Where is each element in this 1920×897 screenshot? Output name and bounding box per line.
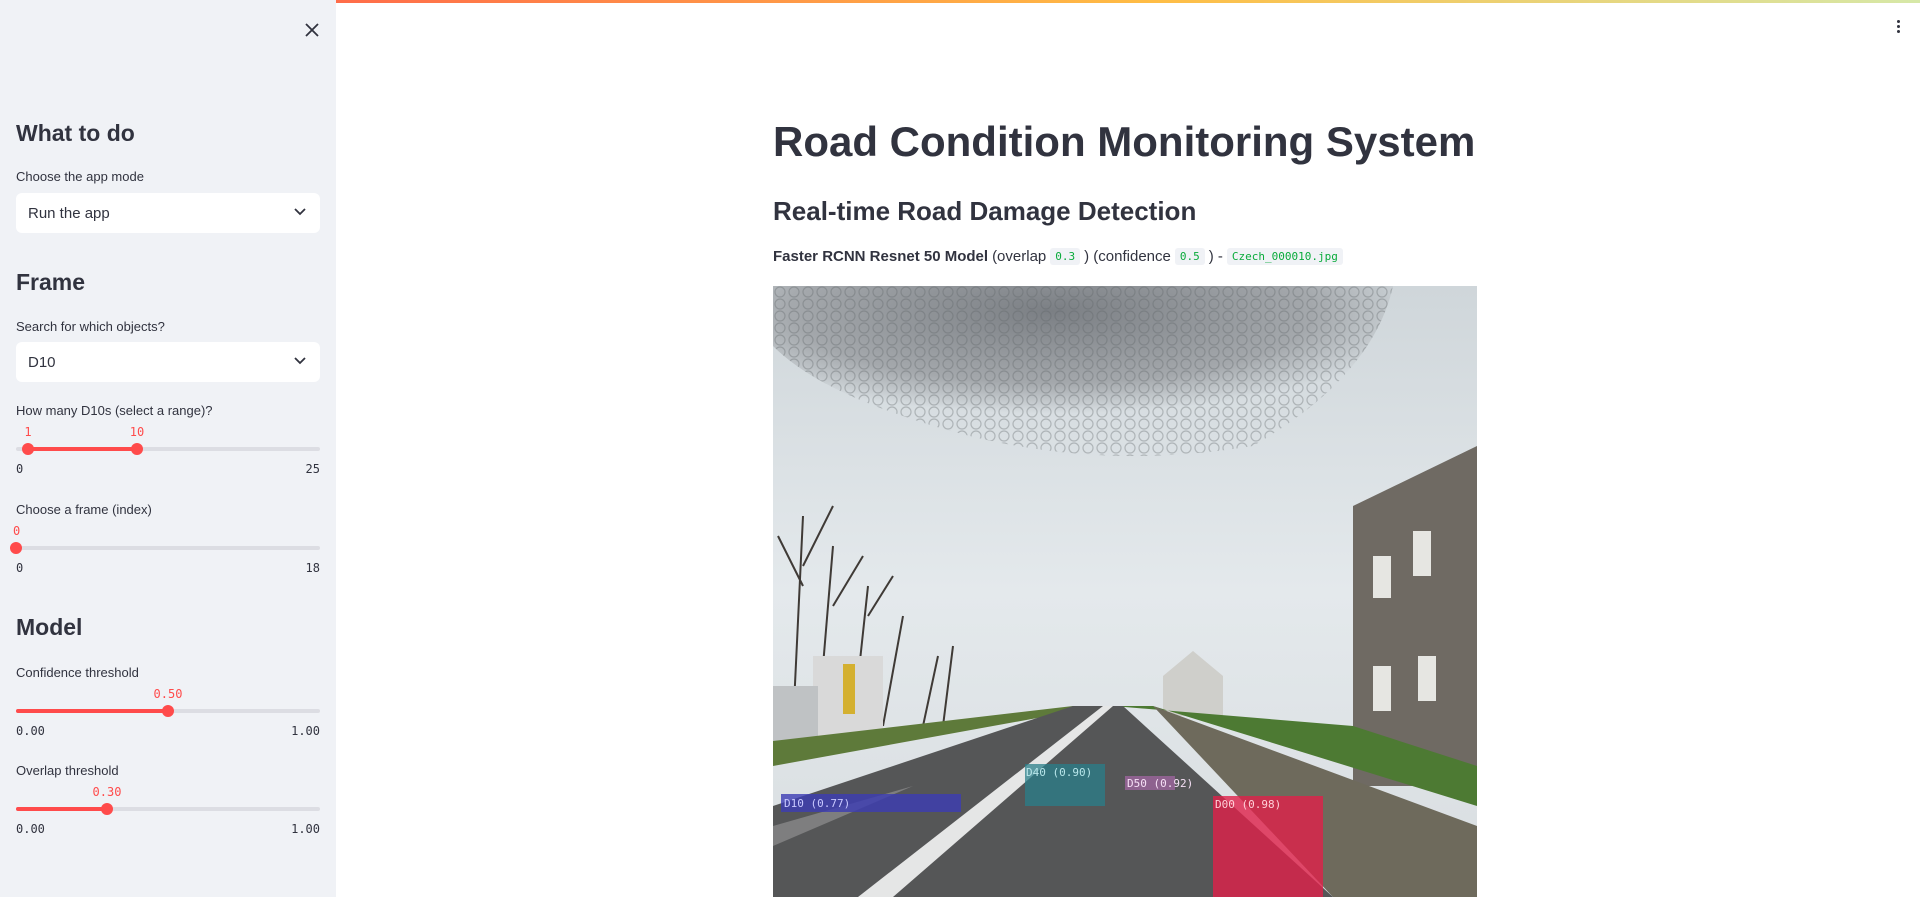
detection-label-d40: D40 (0.90) [1026,766,1092,779]
overlap-text: (overlap [992,248,1047,265]
confidence-label: Confidence threshold [16,665,139,680]
sidebar: What to do Choose the app mode Run the a… [0,0,336,897]
app-mode-label: Choose the app mode [16,169,144,184]
overlap-code: 0.3 [1050,248,1081,265]
chevron-down-icon [294,208,306,216]
overlap-slider[interactable]: 0.30 0.00 1.00 [16,781,320,841]
slider-value: 0.50 [153,687,183,701]
slider-value: 0 [13,524,21,538]
confidence-code: 0.5 [1174,248,1205,265]
objects-value: D10 [28,353,56,371]
page-title: Road Condition Monitoring System [773,118,1476,165]
slider-max: 1.00 [291,822,320,836]
slider-track [16,546,320,550]
slider-min: 0.00 [16,724,45,738]
detection-label-d10: D10 (0.77) [784,797,850,810]
slider-thumb[interactable] [162,705,174,717]
model-name: Faster RCNN Resnet 50 Model [773,248,989,265]
chevron-down-icon [294,357,306,365]
close-icon[interactable] [298,16,326,44]
slider-max: 18 [305,561,320,575]
slider-value: 0.30 [92,785,122,799]
separator-text: ) - [1208,248,1223,265]
objects-select[interactable]: D10 [16,342,320,382]
count-range-slider[interactable]: 1 10 0 25 [16,421,320,481]
slider-value-high: 10 [129,425,145,439]
app-mode-value: Run the app [28,204,110,222]
slider-fill [16,709,168,713]
slider-max: 1.00 [291,724,320,738]
frame-index-label: Choose a frame (index) [16,502,152,517]
confidence-slider[interactable]: 0.50 0.00 1.00 [16,683,320,743]
count-range-label: How many D10s (select a range)? [16,403,213,418]
slider-min: 0 [16,462,24,476]
objects-label: Search for which objects? [16,319,165,334]
slider-thumb[interactable] [10,542,22,554]
detection-image: D10 (0.77) D40 (0.90) D50 (0.92) D00 (0.… [773,286,1477,897]
overlap-label: Overlap threshold [16,763,119,778]
slider-value-low: 1 [24,425,32,439]
slider-max: 25 [305,462,320,476]
confidence-text: ) (confidence [1084,248,1171,265]
frame-index-slider[interactable]: 0 0 18 [10,520,320,580]
section-heading-what-to-do: What to do [16,120,135,146]
slider-thumb-high[interactable] [131,443,143,455]
section-heading-frame: Frame [16,269,86,295]
slider-min: 0 [16,561,24,575]
model-caption: Faster RCNN Resnet 50 Model (overlap 0.3… [773,248,1347,265]
slider-thumb-low[interactable] [22,443,34,455]
road-scene-image: D10 (0.77) D40 (0.90) D50 (0.92) D00 (0.… [773,286,1477,897]
slider-fill [16,807,107,811]
detection-label-d50: D50 (0.92) [1127,777,1193,790]
slider-min: 0.00 [16,822,45,836]
detection-box-d00 [1213,796,1323,897]
app-mode-select[interactable]: Run the app [16,193,320,233]
detection-label-d00: D00 (0.98) [1215,798,1281,811]
kebab-menu-icon[interactable] [1886,14,1910,38]
slider-fill [28,447,137,451]
filename-code: Czech_000010.jpg [1226,248,1343,265]
slider-thumb[interactable] [101,803,113,815]
section-heading-model: Model [16,614,83,640]
page-subtitle: Real-time Road Damage Detection [773,196,1197,226]
